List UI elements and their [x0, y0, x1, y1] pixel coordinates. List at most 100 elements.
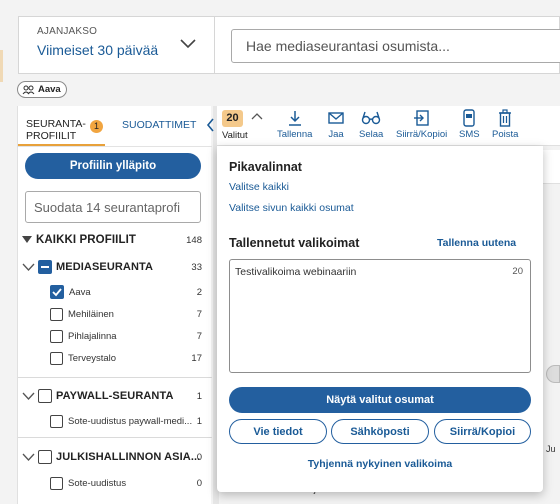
group-row-julkishallinto[interactable]: JULKISHALLINNON ASIA... 0: [18, 447, 208, 467]
share-tool-button[interactable]: Jaa: [327, 109, 345, 140]
active-filter-chip[interactable]: Aava: [17, 81, 67, 98]
move-copy-button[interactable]: Siirrä/Kopioi: [434, 419, 531, 444]
selection-popup: Pikavalinnat Valitse kaikki Valitse sivu…: [217, 146, 543, 492]
profile-label: Sote-uudistus: [68, 477, 127, 489]
saved-selection-item[interactable]: Testivalikoima webinaariin: [235, 266, 356, 278]
profile-item-mehilainen[interactable]: Mehiläinen 7: [18, 304, 208, 324]
trash-icon: [497, 109, 513, 127]
chevron-down-icon[interactable]: [179, 37, 197, 51]
tool-label: SMS: [459, 129, 480, 140]
group-row-mediaseuranta[interactable]: MEDIASEURANTA 33: [18, 257, 208, 277]
tool-label: Tallenna: [277, 129, 313, 140]
group-label: JULKISHALLINNON ASIA...: [56, 451, 201, 463]
email-button[interactable]: Sähköposti: [331, 419, 429, 444]
selected-count-badge[interactable]: 20: [222, 110, 243, 127]
tool-label: Selaa: [359, 129, 384, 140]
chevron-down-icon[interactable]: [22, 263, 35, 272]
group-row-paywall[interactable]: PAYWALL-SEURANTA 1: [18, 386, 208, 406]
profile-label: Sote-uudistus paywall-medi...: [68, 415, 193, 427]
manage-profiles-button[interactable]: Profiilin ylläpito: [25, 153, 201, 179]
save-new-link[interactable]: Tallenna uutena: [437, 237, 516, 249]
profile-label: Mehiläinen: [68, 308, 114, 320]
chevron-up-icon[interactable]: [251, 112, 263, 120]
search-input[interactable]: [231, 29, 560, 63]
checkbox[interactable]: [50, 307, 63, 321]
divider: [18, 377, 212, 378]
all-profiles-count: 148: [186, 234, 202, 246]
profile-item-terveystalo[interactable]: Terveystalo 17: [18, 348, 208, 368]
select-all-link[interactable]: Valitse kaikki: [229, 181, 289, 193]
profile-label: Aava: [69, 286, 91, 298]
group-count: 1: [196, 390, 202, 402]
selection-toolbar: 20 Valitut Tallenna Jaa Selaa Siirrä/Kop…: [217, 106, 560, 146]
checkbox[interactable]: [50, 351, 63, 365]
checkbox[interactable]: [50, 329, 63, 343]
profile-count: 2: [196, 286, 202, 298]
profile-count: 0: [196, 477, 202, 489]
tab-profiles[interactable]: SEURANTA-PROFIILIT 1: [18, 112, 105, 146]
checked-checkbox[interactable]: [50, 285, 64, 299]
profile-count: 7: [196, 330, 202, 342]
group-count: 0: [196, 451, 202, 463]
background-text: Ju: [546, 444, 556, 454]
checkbox[interactable]: [50, 414, 63, 428]
profile-count: 1: [196, 415, 202, 427]
profile-filter-input[interactable]: [25, 191, 201, 223]
divider: [18, 437, 212, 438]
selected-label[interactable]: Valitut: [222, 130, 248, 141]
period-value: Viimeiset 30 päivää: [37, 42, 159, 58]
caret-down-icon[interactable]: [22, 236, 32, 244]
all-profiles-row[interactable]: KAIKKI PROFIILIT 148: [18, 230, 208, 250]
checkbox[interactable]: [50, 476, 63, 490]
download-icon: [286, 109, 304, 127]
browse-tool-button[interactable]: Selaa: [359, 109, 383, 140]
background-toggle[interactable]: [546, 365, 560, 383]
chip-label: Aava: [38, 84, 61, 95]
background-panel: [543, 150, 560, 184]
left-accent-strip: [0, 50, 3, 82]
tool-label: Jaa: [328, 129, 344, 140]
delete-tool-button[interactable]: Poista: [492, 109, 518, 140]
tool-label: Siirrä/Kopioi: [396, 129, 448, 140]
tab-badge: 1: [90, 120, 103, 133]
clear-selection-link[interactable]: Tyhjennä nykyinen valikoima: [217, 458, 543, 470]
save-tool-button[interactable]: Tallenna: [277, 109, 312, 140]
saved-selections-list[interactable]: Testivalikoima webinaariin 20: [229, 259, 531, 373]
show-selected-button[interactable]: Näytä valitut osumat: [229, 387, 531, 413]
profile-label: Pihlajalinna: [68, 330, 117, 342]
all-profiles-label: KAIKKI PROFIILIT: [36, 234, 136, 246]
quick-select-title: Pikavalinnat: [229, 160, 302, 174]
sms-tool-button[interactable]: SMS: [459, 109, 480, 140]
profile-count: 17: [191, 352, 202, 364]
search-area: [214, 16, 560, 74]
profile-label: Terveystalo: [68, 352, 117, 364]
move-copy-tool-button[interactable]: Siirrä/Kopioi: [396, 109, 447, 140]
group-label: MEDIASEURANTA: [56, 261, 154, 273]
sms-icon: [461, 109, 477, 127]
profile-count: 7: [196, 308, 202, 320]
group-count: 33: [191, 261, 202, 273]
profile-item-sote[interactable]: Sote-uudistus 0: [18, 473, 208, 493]
tab-profiles-label: SEURANTA-PROFIILIT: [26, 118, 86, 142]
tab-filters[interactable]: SUODATTIMET: [122, 119, 196, 131]
tool-label: Poista: [492, 129, 519, 140]
period-caption: AJANJAKSO: [37, 26, 98, 37]
left-panel: SEURANTA-PROFIILIT 1 SUODATTIMET Profiil…: [17, 106, 212, 504]
chevron-left-icon[interactable]: [206, 117, 215, 133]
partial-checkbox[interactable]: [38, 260, 52, 274]
profile-item-sote-paywall[interactable]: Sote-uudistus paywall-medi... 1: [18, 411, 208, 431]
saved-selection-count: 20: [512, 266, 523, 277]
group-label: PAYWALL-SEURANTA: [56, 390, 174, 402]
mail-icon: [327, 109, 345, 127]
profiles-icon: [22, 85, 35, 95]
chevron-down-icon[interactable]: [22, 392, 35, 401]
move-copy-icon: [413, 109, 431, 127]
period-selector[interactable]: AJANJAKSO Viimeiset 30 päivää: [18, 16, 214, 74]
chevron-down-icon[interactable]: [22, 453, 35, 462]
export-button[interactable]: Vie tiedot: [229, 419, 327, 444]
select-page-link[interactable]: Valitse sivun kaikki osumat: [229, 202, 354, 214]
profile-item-aava[interactable]: Aava 2: [18, 282, 208, 302]
checkbox[interactable]: [38, 450, 52, 464]
checkbox[interactable]: [38, 389, 52, 403]
profile-item-pihlajalinna[interactable]: Pihlajalinna 7: [18, 326, 208, 346]
